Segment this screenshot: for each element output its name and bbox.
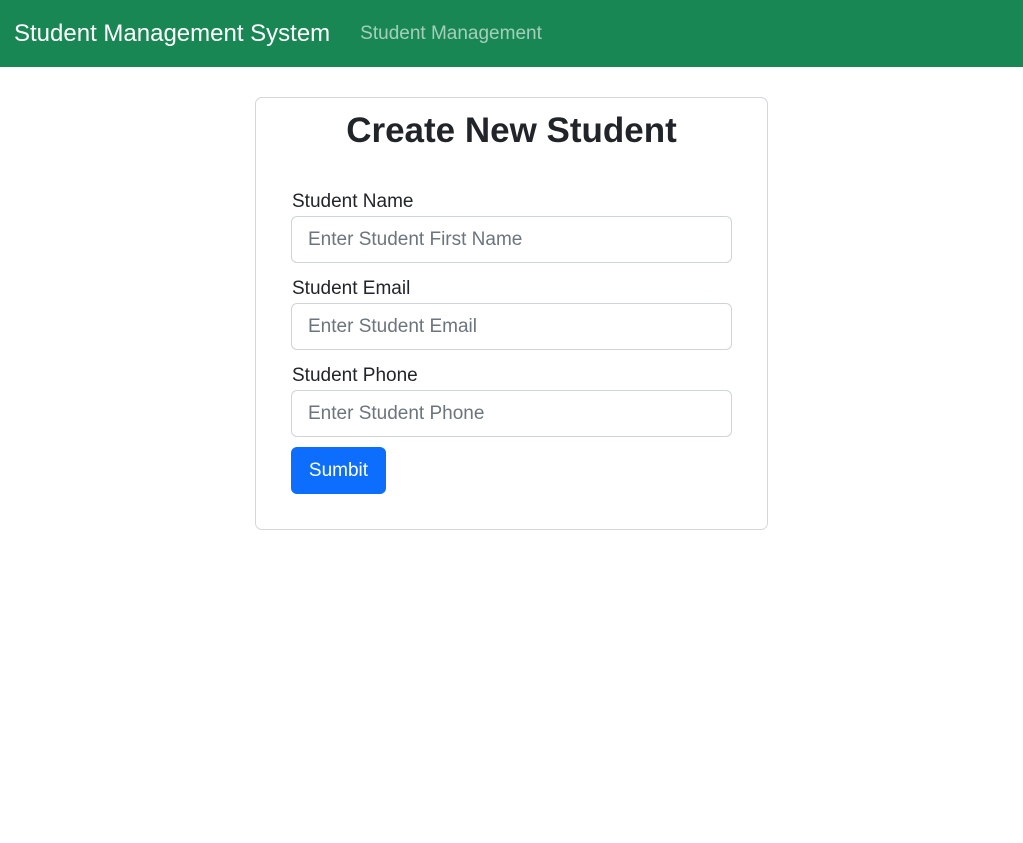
student-phone-label: Student Phone: [292, 365, 418, 386]
student-email-input[interactable]: [291, 303, 732, 350]
nav-link-student-management[interactable]: Student Management: [360, 24, 542, 43]
top-navbar: Student Management System Student Manage…: [0, 0, 1023, 67]
student-name-input[interactable]: [291, 216, 732, 263]
navbar-brand[interactable]: Student Management System: [14, 21, 330, 46]
student-email-label: Student Email: [292, 278, 411, 299]
page-title: Create New Student: [346, 111, 677, 150]
student-phone-input[interactable]: [291, 390, 732, 437]
create-student-card: Create New Student Student Name Student …: [255, 97, 768, 530]
student-name-label: Student Name: [292, 191, 414, 212]
submit-button[interactable]: Sumbit: [291, 447, 386, 494]
